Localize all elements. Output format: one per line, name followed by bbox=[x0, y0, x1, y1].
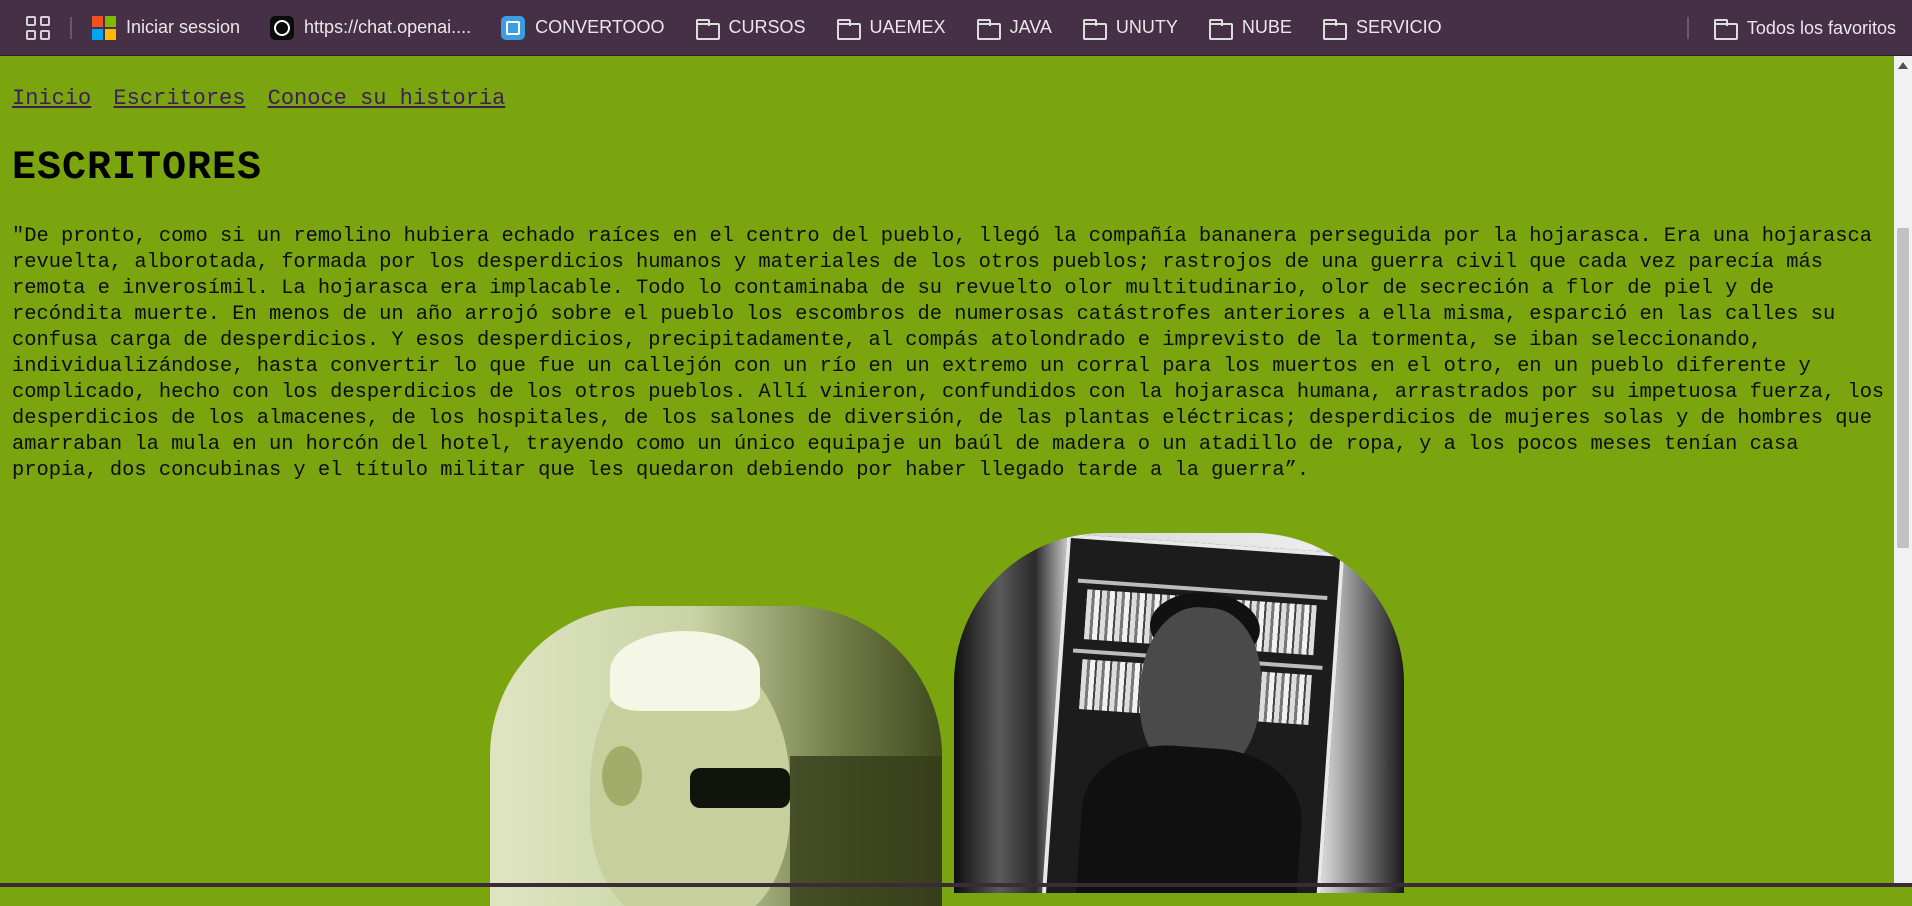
scroll-up-arrow-icon[interactable] bbox=[1898, 62, 1908, 69]
quote-paragraph: "De pronto, como si un remolino hubiera … bbox=[12, 225, 1885, 482]
writer-photo-left bbox=[490, 606, 942, 906]
apps-grid-icon[interactable] bbox=[26, 15, 50, 40]
bookmark-label: UAEMEX bbox=[869, 17, 946, 37]
nav-link-escritores[interactable]: Escritores bbox=[113, 86, 245, 111]
folder-icon bbox=[1713, 16, 1738, 40]
bookmark-label: Iniciar session bbox=[126, 17, 241, 37]
convertooo-icon bbox=[501, 15, 526, 40]
bookmark-label: CURSOS bbox=[728, 17, 806, 37]
page-title: ESCRITORES bbox=[12, 146, 263, 191]
bookmark-chatgpt[interactable]: https://chat.openai.... bbox=[270, 15, 472, 40]
scrollbar-thumb[interactable] bbox=[1897, 228, 1909, 548]
bookmark-folder-java[interactable]: JAVA bbox=[976, 16, 1052, 40]
writer-photo-right bbox=[954, 533, 1404, 893]
bookmark-label: UNUTY bbox=[1115, 17, 1178, 37]
bookmarks-divider bbox=[1686, 17, 1689, 39]
bookmark-label: SERVICIO bbox=[1355, 17, 1442, 37]
chatgpt-icon bbox=[270, 15, 295, 40]
nav-link-inicio[interactable]: Inicio bbox=[12, 86, 91, 111]
bookmark-convertooo[interactable]: CONVERTOOO bbox=[501, 15, 665, 40]
folder-icon bbox=[1208, 16, 1233, 40]
window-bottom-edge bbox=[0, 883, 1912, 887]
bookmarks-divider bbox=[70, 16, 72, 39]
bookmark-label: JAVA bbox=[1009, 17, 1052, 37]
bookmark-folder-cursos[interactable]: CURSOS bbox=[695, 16, 806, 40]
bookmark-folder-servicio[interactable]: SERVICIO bbox=[1322, 16, 1442, 40]
folder-icon bbox=[836, 16, 861, 40]
bookmark-label: https://chat.openai.... bbox=[304, 17, 472, 37]
bookmark-folder-nube[interactable]: NUBE bbox=[1208, 16, 1292, 40]
microsoft-logo-icon bbox=[92, 15, 116, 40]
site-nav: Inicio Escritores Conoce su historia bbox=[12, 86, 514, 111]
folder-icon bbox=[976, 16, 1001, 40]
bookmark-label: NUBE bbox=[1241, 17, 1292, 37]
bookmark-folder-unuty[interactable]: UNUTY bbox=[1082, 16, 1178, 40]
bookmark-label: CONVERTOOO bbox=[535, 17, 665, 37]
all-favorites-label: Todos los favoritos bbox=[1746, 17, 1896, 38]
all-favorites-button[interactable]: Todos los favoritos bbox=[1713, 16, 1896, 40]
folder-icon bbox=[695, 16, 720, 40]
bookmark-folder-uaemex[interactable]: UAEMEX bbox=[836, 16, 946, 40]
nav-link-conoce-su-historia[interactable]: Conoce su historia bbox=[268, 86, 506, 111]
all-favorites-area: Todos los favoritos bbox=[1686, 0, 1896, 56]
folder-icon bbox=[1082, 16, 1107, 40]
bookmarks-bar: Iniciar session https://chat.openai.... … bbox=[0, 0, 1912, 56]
folder-icon bbox=[1322, 16, 1347, 40]
bookmark-iniciar-session[interactable]: Iniciar session bbox=[92, 15, 241, 40]
